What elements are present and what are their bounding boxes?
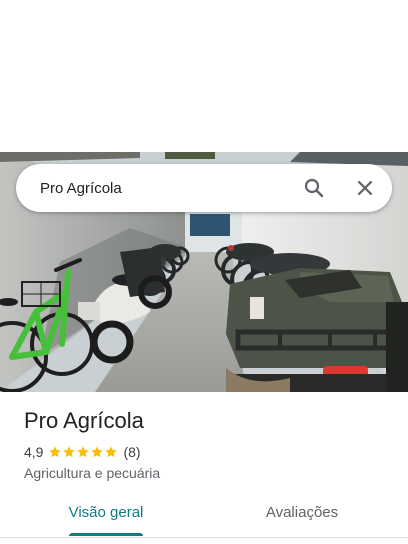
search-bar[interactable] — [16, 164, 392, 212]
photo-tree — [165, 152, 215, 159]
close-icon[interactable] — [353, 176, 377, 200]
star-rating — [48, 445, 118, 459]
star-icon — [48, 445, 62, 459]
tab-reviews[interactable]: Avaliações — [212, 493, 392, 537]
rating-row[interactable]: 4,9 (8) — [24, 443, 141, 461]
rating-value: 4,9 — [24, 444, 44, 460]
place-category: Agricultura e pecuária — [24, 465, 161, 481]
star-icon — [90, 445, 104, 459]
tab-reviews-label: Avaliações — [265, 504, 339, 521]
photo-far-building — [180, 207, 242, 252]
active-tab-indicator — [69, 533, 143, 536]
tab-overview[interactable]: Visão geral — [0, 493, 212, 537]
tab-overview-label: Visão geral — [68, 504, 144, 521]
place-title: Pro Agrícola — [24, 408, 144, 433]
tabs-divider — [0, 537, 408, 538]
search-input[interactable] — [40, 176, 290, 200]
star-icon — [62, 445, 76, 459]
star-icon — [104, 445, 118, 459]
search-icon[interactable] — [302, 176, 326, 200]
review-count[interactable]: (8) — [123, 444, 140, 460]
place-card-screen: Pro Agrícola 4,9 (8) Agricultura e pecuá… — [0, 0, 408, 544]
map-top-area — [0, 0, 408, 152]
star-icon — [76, 445, 90, 459]
